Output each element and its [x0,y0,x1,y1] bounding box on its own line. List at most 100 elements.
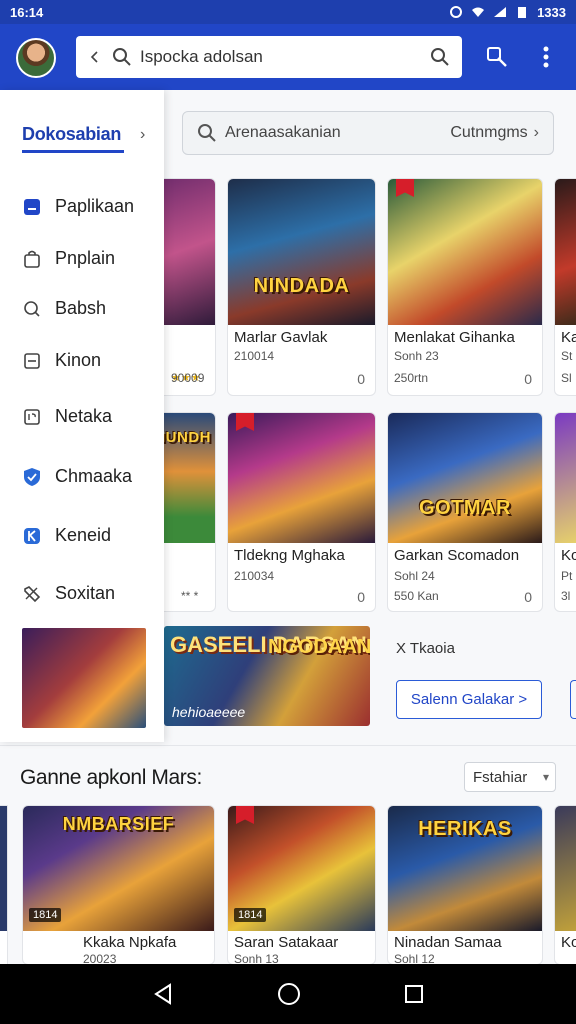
back-icon[interactable] [88,50,102,64]
drawer-item-offers[interactable]: Soxitan [22,583,115,604]
promo-button[interactable]: Salenn Galakar > [396,680,542,719]
rating-stars: ** * [181,589,199,603]
drawer-item-search[interactable]: Babsh [22,298,106,319]
navigation-drawer: Dokosabian › Paplikaan Pnplain Babsh Kin… [0,90,164,742]
game-size: 250rtn [394,371,429,385]
flag-icon [236,413,254,431]
status-bar: 16:14 1333 [0,0,576,24]
active-indicator [22,150,124,153]
search-icon [113,48,131,66]
app-bar: Ispocka adolsan [0,24,576,90]
flag-icon [236,806,254,824]
battery-icon [518,7,527,18]
game-title: Kkaka Npkafa [83,934,177,951]
rating-badge: 1814 [234,908,267,922]
shield-icon [22,467,42,487]
game-card[interactable]: HERIKAS Ninadan Samaa Sohl 12 [387,805,543,965]
game-art [0,806,7,931]
drawer-item-label: Keneid [55,525,112,545]
drawer-item-label: Pnplain [55,248,116,268]
game-card[interactable] [0,805,8,965]
game-card[interactable]: NINDADA Marlar Gavlak 210014 0 [227,178,376,396]
game-card[interactable]: NMBARSIEF 1814 Kkaka Npkafa 20023 [22,805,215,965]
game-title: Ko [561,934,576,951]
chevron-right-icon: › [533,124,539,141]
game-card[interactable]: Menlakat Gihanka Sonh 23 250rtn 0 [387,178,543,396]
game-art [555,413,576,543]
home-nav-icon[interactable] [277,982,301,1006]
game-size: 550 Kan [394,589,439,603]
promo-label: X Tkaoia [396,640,455,657]
more-vert-icon[interactable] [533,44,559,70]
flag-icon [396,179,414,197]
drawer-item-media[interactable]: Netaka [22,406,112,427]
system-nav-bar [0,964,576,1024]
filter-label: Fstahiar [473,768,528,786]
drawer-item-label: Babsh [55,298,107,318]
chevron-down-icon: ▾ [542,770,549,784]
drawer-item-library[interactable]: Kinon [22,350,101,371]
next-button[interactable] [570,680,576,719]
game-title: Marlar Gavlak [234,329,328,346]
game-title: Ko [561,547,576,564]
game-title: Saran Satakaar [234,934,339,951]
game-art: NINDADA [228,179,375,325]
game-meta: Sonh 23 [394,349,439,363]
drawer-item-label: Soxitan [55,583,116,603]
game-art: 1814 [228,806,375,931]
drawer-promo-thumbnail[interactable] [22,628,146,728]
drawer-title[interactable]: Dokosabian [22,124,121,145]
drawer-item-kids[interactable]: Keneid [22,525,111,546]
game-meta: Pt [561,569,573,583]
game-title: Ninadan Samaa [394,934,502,951]
game-size: 3l [561,589,571,603]
game-card[interactable]: Tldekng Mghaka 210034 0 [227,412,376,612]
image-icon [22,407,42,427]
drawer-item-label: Netaka [55,406,113,426]
promo-banner[interactable]: GASEELI DARSAN NGODAAN hehioaeeee [164,626,370,726]
status-icons: 1333 [449,5,566,20]
back-nav-icon[interactable] [152,983,174,1005]
download-indicator[interactable]: 0 [524,589,532,605]
section-divider [0,745,576,746]
game-art [228,413,375,543]
top-search-field[interactable]: Ispocka adolsan [76,36,462,78]
main-search-bar[interactable]: Arenaasakanian Cutnmgms › [182,111,554,155]
drawer-item-label: Chmaaka [55,466,133,486]
section-filter-dropdown[interactable]: Fstahiar ▾ [464,762,556,792]
game-card[interactable]: 1814 Saran Satakaar Sonh 13 [227,805,376,965]
game-downloads: 90009 [171,371,205,385]
game-card[interactable]: Ka St Sl [554,178,576,396]
avatar[interactable] [16,38,56,78]
game-title: Garkan Scomadon [394,547,520,564]
game-card[interactable]: GOTMAR Garkan Scomadon Sohl 24 550 Kan 0 [387,412,543,612]
category-selector[interactable]: Cutnmgms [450,124,527,142]
download-indicator[interactable]: 0 [524,371,532,387]
rating-badge: 1814 [29,908,62,922]
download-indicator[interactable]: 0 [357,371,365,387]
game-card[interactable]: Ko [554,805,576,965]
recents-nav-icon[interactable] [404,984,424,1004]
drawer-item-security[interactable]: Chmaaka [22,466,132,487]
cart-icon[interactable] [484,44,510,70]
search-submit-icon[interactable] [430,47,450,67]
section-title: Ganne apkonl Mars: [20,766,202,789]
download-indicator[interactable]: 0 [357,589,365,605]
game-card[interactable]: Ko Pt 3l [554,412,576,612]
wifi-icon [472,7,485,17]
alarm-icon [450,6,463,18]
game-art-title: HERIKAS [418,818,512,840]
drawer-item-purchases[interactable]: Pnplain [22,248,115,269]
drawer-item-label: Kinon [55,350,102,370]
game-art: GOTMAR [388,413,542,543]
drawer-item-apps[interactable]: Paplikaan [22,196,134,217]
k-badge-icon [22,526,42,546]
game-art-title: GOTMAR [419,497,511,519]
game-meta: St [561,349,573,363]
search-input[interactable]: Ispocka adolsan [140,47,430,67]
chevron-right-icon[interactable]: › [140,126,145,144]
banner-caption: hehioaeeee [172,704,246,720]
bag-icon [22,249,42,269]
main-search-placeholder[interactable]: Arenaasakanian [225,124,450,142]
search-icon [198,124,216,142]
